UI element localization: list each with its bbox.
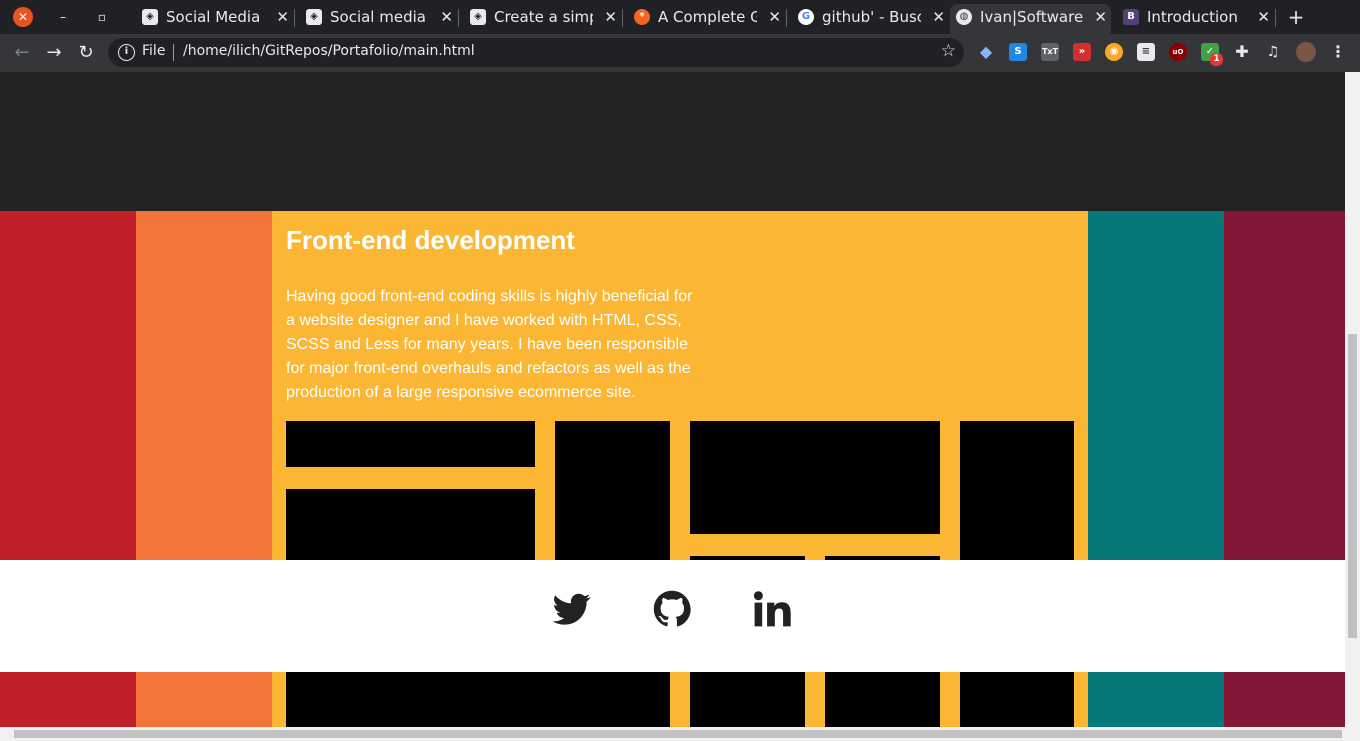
menu-kebab-icon[interactable]: ⋮	[1329, 43, 1347, 61]
ublock-icon[interactable]: uO	[1169, 43, 1187, 61]
portfolio-tile[interactable]	[960, 672, 1074, 727]
linkedin-icon[interactable]	[753, 590, 791, 628]
media-control-icon[interactable]: ♫	[1264, 43, 1282, 61]
window-close-button[interactable]: ✕	[13, 7, 33, 27]
github-icon[interactable]	[653, 590, 691, 628]
tab-1[interactable]: ◈ Social media h ✕	[300, 4, 457, 34]
tab-5-active[interactable]: ◍ Ivan|Software ✕	[950, 4, 1111, 34]
tab-close-icon[interactable]: ✕	[768, 4, 781, 30]
codepen-icon: ◈	[142, 9, 158, 25]
horizontal-scrollbar[interactable]	[0, 727, 1360, 741]
red-extension-icon[interactable]: »	[1073, 43, 1091, 61]
scheme-label: File	[142, 43, 166, 59]
tab-close-icon[interactable]: ✕	[932, 4, 945, 30]
window-minimize-button[interactable]: –	[54, 8, 72, 26]
codepen-icon: ◈	[306, 9, 322, 25]
extensions-puzzle-icon[interactable]: ✚	[1233, 43, 1251, 61]
reader-extension-icon[interactable]: ≡	[1137, 43, 1155, 61]
url-text[interactable]: /home/ilich/GitRepos/Portafolio/main.htm…	[183, 43, 475, 59]
profile-avatar[interactable]	[1296, 42, 1316, 62]
portfolio-tile[interactable]	[286, 672, 670, 727]
tab-6[interactable]: B Introduction ✕	[1117, 4, 1274, 34]
portfolio-tile[interactable]	[555, 421, 670, 571]
portfolio-tile[interactable]	[690, 672, 805, 727]
portfolio-tile[interactable]	[960, 421, 1074, 571]
address-bar[interactable]: i File /home/ilich/GitRepos/Portafolio/m…	[108, 38, 964, 67]
section-description: Having good front-end coding skills is h…	[286, 288, 693, 401]
globe-icon: ◍	[956, 9, 972, 25]
info-icon[interactable]: i	[118, 44, 135, 61]
tab-close-icon[interactable]: ✕	[604, 4, 617, 30]
google-icon: G	[798, 9, 814, 25]
tab-4[interactable]: G github' - Busca ✕	[792, 4, 949, 34]
tab-close-icon[interactable]: ✕	[276, 4, 289, 30]
twitter-icon[interactable]	[553, 590, 591, 628]
txt-extension-icon[interactable]: TxT	[1041, 43, 1059, 61]
reload-button[interactable]: ↻	[75, 42, 97, 64]
portfolio-tile[interactable]	[286, 421, 535, 467]
section-title: Front-end development	[286, 225, 575, 255]
tab-0[interactable]: ◈ Social Media Ic ✕	[136, 4, 293, 34]
portfolio-tile[interactable]	[286, 489, 535, 569]
back-button[interactable]: ←	[11, 42, 33, 64]
header-dark-area	[0, 72, 1345, 211]
css-tricks-icon: *	[634, 9, 650, 25]
horizontal-scroll-thumb[interactable]	[14, 730, 1342, 738]
new-tab-button[interactable]: +	[1285, 4, 1307, 30]
diamond-extension-icon[interactable]: ◆	[977, 43, 995, 61]
portfolio-tile[interactable]	[825, 672, 940, 727]
tab-2[interactable]: ◈ Create a simpl ✕	[464, 4, 621, 34]
s-extension-icon[interactable]: S	[1009, 43, 1027, 61]
tab-3[interactable]: * A Complete Gu ✕	[628, 4, 785, 34]
tab-strip: ✕ – ▫ ◈ Social Media Ic ✕ ◈ Social media…	[0, 0, 1360, 34]
tab-close-icon[interactable]: ✕	[1257, 4, 1270, 30]
bootstrap-icon: B	[1123, 9, 1139, 25]
window-restore-button[interactable]: ▫	[93, 8, 111, 26]
bookmark-star-icon[interactable]: ☆	[941, 41, 956, 61]
tab-close-icon[interactable]: ✕	[1094, 4, 1107, 30]
owl-extension-icon[interactable]: ◉	[1105, 43, 1123, 61]
tab-close-icon[interactable]: ✕	[440, 4, 453, 30]
social-links-bar	[0, 560, 1345, 672]
vertical-scroll-thumb[interactable]	[1348, 334, 1357, 638]
extension-badge: 1	[1210, 53, 1223, 66]
forward-button[interactable]: →	[43, 42, 65, 64]
vertical-scrollbar[interactable]	[1345, 72, 1360, 727]
browser-toolbar: ← → ↻ i File /home/ilich/GitRepos/Portaf…	[0, 34, 1360, 72]
codepen-icon: ◈	[470, 9, 486, 25]
page-viewport: Front-end development Having good front-…	[0, 72, 1345, 727]
portfolio-tile[interactable]	[690, 421, 940, 534]
